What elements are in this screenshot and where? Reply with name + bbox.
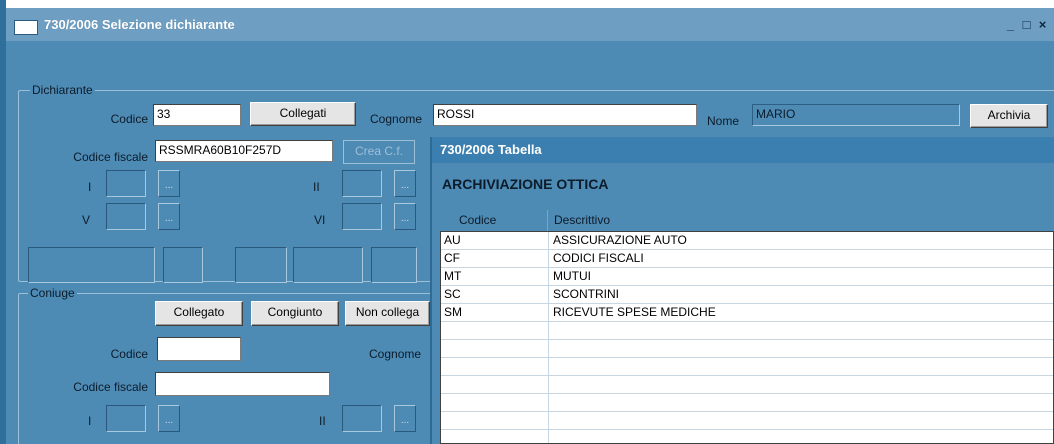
window-title: 730/2006 Selezione dichiarante xyxy=(44,17,235,32)
coniuge-field-i-ellipsis-button[interactable]: ... xyxy=(158,405,180,432)
dichiarante-group-label: Dichiarante xyxy=(30,83,95,97)
field-v-label: V xyxy=(82,213,91,227)
nome-label: Nome xyxy=(707,114,740,128)
congiunto-button[interactable]: Congiunto xyxy=(251,301,339,326)
cell-descrittivo: MUTUI xyxy=(553,269,591,283)
table-row[interactable] xyxy=(441,358,1053,376)
table-row[interactable] xyxy=(441,376,1053,394)
maximize-icon[interactable]: □ xyxy=(1019,16,1034,34)
collegato-button[interactable]: Collegato xyxy=(155,301,243,326)
table-row[interactable]: SC SCONTRINI xyxy=(441,286,1053,304)
cell-descrittivo: ASSICURAZIONE AUTO xyxy=(553,233,687,247)
coniuge-group-label: Coniuge xyxy=(28,286,77,300)
coniuge-field-i-label: I xyxy=(88,414,92,428)
cognome-label: Cognome xyxy=(370,112,423,126)
coniuge-field-ii-label: II xyxy=(319,414,326,428)
field-ii-label: II xyxy=(313,180,320,194)
field-ii-ellipsis-button[interactable]: ... xyxy=(394,170,416,197)
coniuge-codice-input[interactable] xyxy=(157,337,241,361)
coniuge-field-i-box[interactable] xyxy=(106,405,146,432)
window-top-edge xyxy=(0,0,1054,8)
field-i-ellipsis-button[interactable]: ... xyxy=(158,170,180,197)
coniuge-field-ii-ellipsis-button[interactable]: ... xyxy=(394,405,416,432)
archivia-button[interactable]: Archivia xyxy=(970,104,1048,128)
tabella-title: 730/2006 Tabella xyxy=(440,142,542,157)
table-header: Codice Descrittivo xyxy=(440,210,1054,231)
status-field-3 xyxy=(235,247,287,283)
column-separator[interactable] xyxy=(547,210,548,231)
field-v-ellipsis-button[interactable]: ... xyxy=(158,203,180,230)
field-i-box[interactable] xyxy=(106,170,146,197)
crea-cf-button[interactable]: Crea C.f. xyxy=(343,140,415,164)
cell-codice: AU xyxy=(444,233,461,247)
cell-codice: MT xyxy=(444,269,462,283)
table-grid: AU ASSICURAZIONE AUTO CF CODICI FISCALI MT MU… xyxy=(440,231,1054,444)
column-header-descrittivo[interactable]: Descrittivo xyxy=(554,213,610,227)
codice-label: Codice xyxy=(110,112,148,126)
table-row[interactable] xyxy=(441,394,1053,412)
field-vi-ellipsis-button[interactable]: ... xyxy=(394,203,416,230)
tabella-heading: ARCHIVIAZIONE OTTICA xyxy=(442,176,609,192)
coniuge-codice-fiscale-input[interactable] xyxy=(155,372,330,396)
non-collegato-button[interactable]: Non collega xyxy=(345,301,430,326)
tabella-body: ARCHIVIAZIONE OTTICA Codice Descrittivo … xyxy=(432,163,1054,444)
main-window: 730/2006 Selezione dichiarante _ □ × Dic… xyxy=(0,0,1054,444)
cell-descrittivo: SCONTRINI xyxy=(553,287,619,301)
status-field-5 xyxy=(371,247,417,283)
minimize-icon[interactable]: _ xyxy=(1003,16,1018,34)
table-row[interactable]: AU ASSICURAZIONE AUTO xyxy=(441,232,1053,250)
tabella-window: 730/2006 Tabella ARCHIVIAZIONE OTTICA Co… xyxy=(430,137,1054,444)
codice-fiscale-input[interactable]: RSSMRA60B10F257D xyxy=(155,140,333,162)
field-vi-box[interactable] xyxy=(342,203,382,230)
title-bar[interactable]: 730/2006 Selezione dichiarante _ □ × xyxy=(6,8,1054,41)
cognome-input[interactable]: ROSSI xyxy=(433,104,697,126)
table-row[interactable]: MT MUTUI xyxy=(441,268,1053,286)
codice-fiscale-label: Codice fiscale xyxy=(73,150,148,164)
close-icon[interactable]: × xyxy=(1035,16,1050,34)
cell-codice: CF xyxy=(444,251,460,265)
status-field-1 xyxy=(28,247,155,283)
field-i-label: I xyxy=(88,180,92,194)
cell-descrittivo: CODICI FISCALI xyxy=(553,251,644,265)
tabella-title-bar[interactable]: 730/2006 Tabella xyxy=(432,137,1054,163)
field-vi-label: VI xyxy=(314,213,326,227)
nome-input[interactable]: MARIO xyxy=(752,104,960,126)
collegati-button[interactable]: Collegati xyxy=(250,102,356,126)
coniuge-codice-fiscale-label: Codice fiscale xyxy=(73,380,148,394)
app-window-icon xyxy=(14,20,38,35)
column-header-codice[interactable]: Codice xyxy=(459,213,496,227)
cell-codice: SC xyxy=(444,287,461,301)
status-field-4 xyxy=(293,247,363,283)
window-left-edge xyxy=(0,0,6,444)
field-v-box[interactable] xyxy=(106,203,146,230)
status-field-2 xyxy=(163,247,203,283)
table-row[interactable]: CF CODICI FISCALI xyxy=(441,250,1053,268)
table-row[interactable] xyxy=(441,340,1053,358)
table-row[interactable]: SM RICEVUTE SPESE MEDICHE xyxy=(441,304,1053,322)
cell-descrittivo: RICEVUTE SPESE MEDICHE xyxy=(553,305,716,319)
cell-codice: SM xyxy=(444,305,462,319)
table-row[interactable] xyxy=(441,412,1053,430)
coniuge-codice-label: Codice xyxy=(110,347,148,361)
coniuge-cognome-label: Cognome xyxy=(369,347,422,361)
field-ii-box[interactable] xyxy=(342,170,382,197)
coniuge-field-ii-box[interactable] xyxy=(342,405,382,432)
codice-input[interactable]: 33 xyxy=(153,104,241,126)
table-row[interactable] xyxy=(441,322,1053,340)
